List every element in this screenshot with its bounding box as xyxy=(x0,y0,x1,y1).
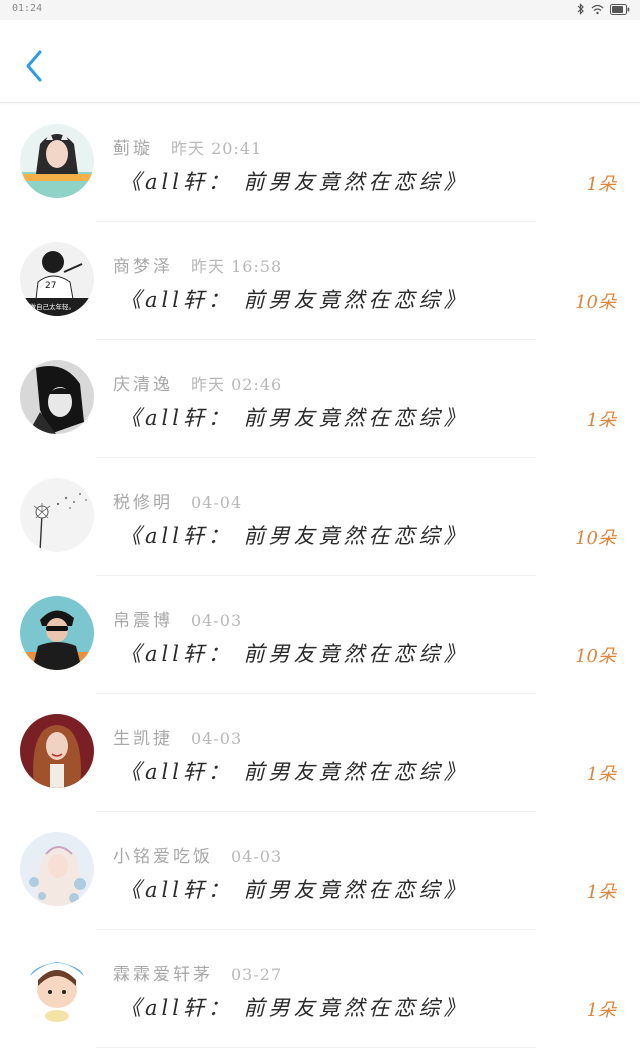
chevron-left-icon xyxy=(24,49,44,87)
avatar[interactable] xyxy=(20,950,94,1024)
sent-time: 04-03 xyxy=(191,729,243,748)
list-item[interactable]: 庆清逸 昨天 02:46 《all轩： 前男友竟然在恋综》 1朵 xyxy=(0,340,640,458)
sender-name: 庆清逸 xyxy=(113,375,173,395)
avatar[interactable] xyxy=(20,360,94,434)
list-item[interactable]: 霖霖爱轩茅 03-27 《all轩： 前男友竟然在恋综》 1朵 xyxy=(0,930,640,1048)
sender-line: 霖霖爱轩茅 03-27 xyxy=(113,960,282,985)
status-icons xyxy=(576,3,630,15)
gift-count: 1朵 xyxy=(586,1000,616,1021)
sent-time: 昨天 20:41 xyxy=(171,139,263,158)
sender-line: 生凯捷 04-03 xyxy=(113,724,242,749)
book-title: 《all轩： 前男友竟然在恋综》 xyxy=(120,170,469,194)
list-item[interactable]: 蓟璇 昨天 20:41 《all轩： 前男友竟然在恋综》 1朵 xyxy=(0,104,640,222)
sender-line: 庆清逸 昨天 02:46 xyxy=(113,370,282,395)
wifi-icon xyxy=(591,4,604,15)
avatar[interactable] xyxy=(20,124,94,198)
gift-count: 1朵 xyxy=(586,174,616,195)
book-title: 《all轩： 前男友竟然在恋综》 xyxy=(120,642,469,666)
bluetooth-icon xyxy=(576,3,585,15)
avatar[interactable] xyxy=(20,832,94,906)
avatar-caption: 只做自己太年轻。 xyxy=(23,302,75,311)
book-title: 《all轩： 前男友竟然在恋综》 xyxy=(120,288,469,312)
gift-count: 10朵 xyxy=(575,528,616,549)
sent-time: 03-27 xyxy=(231,965,283,984)
sender-name: 生凯捷 xyxy=(113,729,173,749)
sender-name: 税修明 xyxy=(113,493,173,513)
avatar[interactable] xyxy=(20,478,94,552)
status-time: 01:24 xyxy=(12,3,43,14)
battery-icon xyxy=(610,3,630,15)
avatar[interactable] xyxy=(20,596,94,670)
svg-text:27: 27 xyxy=(45,281,56,291)
sender-line: 蓟璇 昨天 20:41 xyxy=(113,134,262,159)
sender-name: 商梦泽 xyxy=(113,257,173,277)
book-title: 《all轩： 前男友竟然在恋综》 xyxy=(120,406,469,430)
sent-time: 04-03 xyxy=(231,847,283,866)
sent-time: 昨天 16:58 xyxy=(191,257,283,276)
sender-line: 帛震博 04-03 xyxy=(113,606,242,631)
gift-count: 1朵 xyxy=(586,764,616,785)
sender-line: 小铭爱吃饭 04-03 xyxy=(113,842,282,867)
avatar[interactable]: 27 只做自己太年轻。 xyxy=(20,242,94,316)
back-button[interactable] xyxy=(16,48,52,88)
gift-count: 1朵 xyxy=(586,882,616,903)
book-title: 《all轩： 前男友竟然在恋综》 xyxy=(120,996,469,1020)
list-item[interactable]: 税修明 04-04 《all轩： 前男友竟然在恋综》 10朵 xyxy=(0,458,640,576)
sent-time: 04-03 xyxy=(191,611,243,630)
list-item[interactable]: 生凯捷 04-03 《all轩： 前男友竟然在恋综》 1朵 xyxy=(0,694,640,812)
sender-name: 小铭爱吃饭 xyxy=(113,847,213,867)
sender-name: 帛震博 xyxy=(113,611,173,631)
list-item[interactable]: 帛震博 04-03 《all轩： 前男友竟然在恋综》 10朵 xyxy=(0,576,640,694)
book-title: 《all轩： 前男友竟然在恋综》 xyxy=(120,878,469,902)
sent-time: 04-04 xyxy=(191,493,243,512)
book-title: 《all轩： 前男友竟然在恋综》 xyxy=(120,760,469,784)
list-item[interactable]: 小铭爱吃饭 04-03 《all轩： 前男友竟然在恋综》 1朵 xyxy=(0,812,640,930)
sender-name: 霖霖爱轩茅 xyxy=(113,965,213,985)
sender-line: 税修明 04-04 xyxy=(113,488,242,513)
list-item[interactable]: 27 只做自己太年轻。 商梦泽 昨天 16:58 《all轩： 前男友竟然在恋综》… xyxy=(0,222,640,340)
gift-count: 10朵 xyxy=(575,646,616,667)
sender-name: 蓟璇 xyxy=(113,139,153,159)
avatar[interactable] xyxy=(20,714,94,788)
sent-time: 昨天 02:46 xyxy=(191,375,283,394)
gift-count: 10朵 xyxy=(575,292,616,313)
header-bar xyxy=(0,20,640,103)
gift-count: 1朵 xyxy=(586,410,616,431)
status-bar: 01:24 xyxy=(0,0,640,20)
sender-line: 商梦泽 昨天 16:58 xyxy=(113,252,282,277)
book-title: 《all轩： 前男友竟然在恋综》 xyxy=(120,524,469,548)
gift-list: 蓟璇 昨天 20:41 《all轩： 前男友竟然在恋综》 1朵 27 只做自己太年… xyxy=(0,104,640,1048)
